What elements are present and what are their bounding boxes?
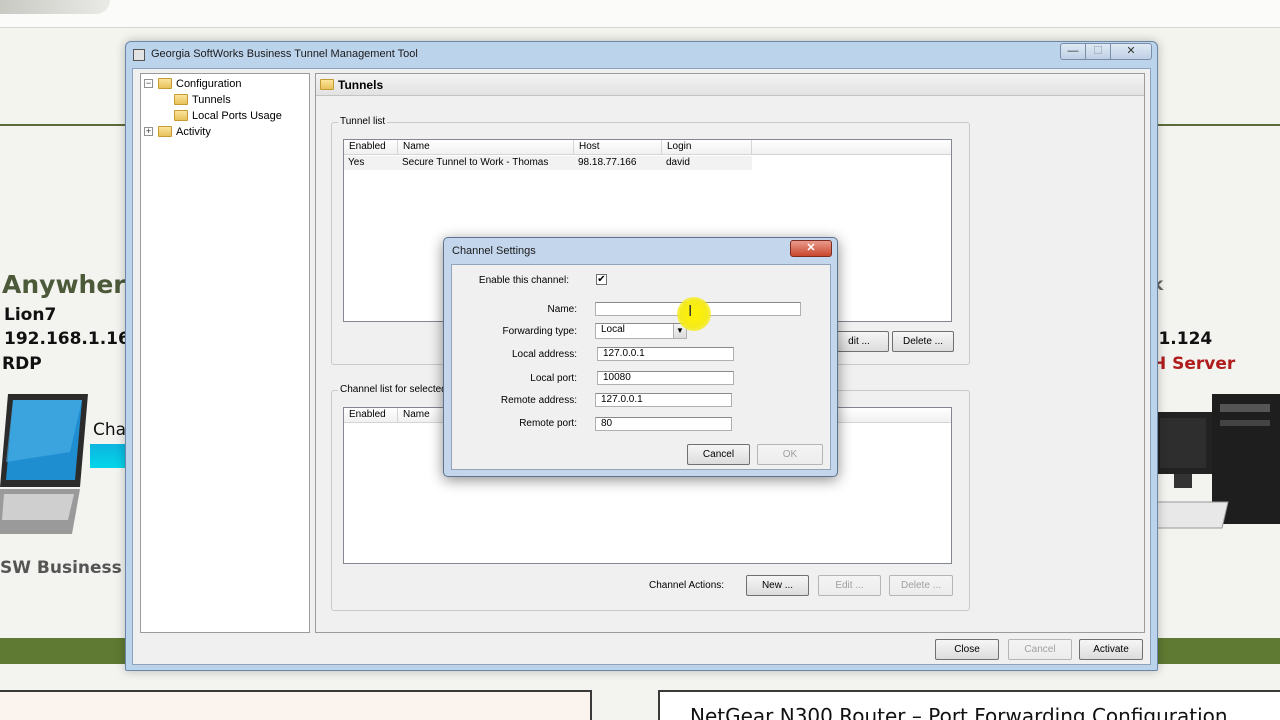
network-cable-graphic <box>90 444 130 468</box>
tunnel-list-label: Tunnel list <box>338 116 388 127</box>
close-button[interactable]: Close <box>935 639 999 660</box>
remote-address-label: Remote address: <box>500 395 577 406</box>
forwarding-type-label: Forwarding type: <box>502 326 577 337</box>
cell-host: 98.18.77.166 <box>578 157 637 168</box>
local-port-field[interactable]: 10080 <box>597 371 734 385</box>
tree-item-label: Configuration <box>176 78 242 90</box>
slide-left-host: Lion7 <box>4 305 57 325</box>
dialog-body: Enable this channel: ✔ Name: Forwarding … <box>451 264 831 470</box>
text-cursor-icon: I <box>688 302 693 320</box>
tree-item-label: Activity <box>176 126 211 138</box>
remote-port-label: Remote port: <box>519 418 577 429</box>
slide-right-ip: .1.124 <box>1152 329 1213 349</box>
tunnel-edit-button[interactable]: dit ... <box>829 331 889 352</box>
navigation-tree: − Configuration Tunnels Local Ports Usag… <box>140 73 310 633</box>
dialog-cancel-button[interactable]: Cancel <box>687 444 750 465</box>
tree-item-configuration[interactable]: − Configuration <box>144 76 304 92</box>
column-header-login[interactable]: Login <box>662 140 752 155</box>
window-title-bar[interactable]: Georgia SoftWorks Business Tunnel Manage… <box>126 42 1157 68</box>
slide-left-heading: Anywhere <box>2 270 143 299</box>
forwarding-type-select[interactable]: Local ▼ <box>595 323 687 339</box>
column-header-name[interactable]: Name <box>398 140 574 155</box>
slide-top-strip <box>0 0 1280 28</box>
table-row[interactable]: Yes Secure Tunnel to Work - Thomas 98.18… <box>344 156 752 170</box>
local-address-field[interactable]: 127.0.0.1 <box>597 347 734 361</box>
folder-icon <box>174 94 188 105</box>
channel-actions-label: Channel Actions: <box>649 580 725 591</box>
slide-bottom-caption: NetGear N300 Router – Port Forwarding Co… <box>690 704 1228 720</box>
slide-left-caption: SW Business T <box>0 558 140 578</box>
dialog-ok-button[interactable]: OK <box>757 444 823 465</box>
forwarding-type-value: Local <box>601 324 625 335</box>
tree-item-activity[interactable]: + Activity <box>144 124 304 140</box>
column-header-host[interactable]: Host <box>574 140 662 155</box>
channel-delete-button[interactable]: Delete ... <box>889 575 953 596</box>
maximize-button[interactable]: ☐ <box>1085 43 1111 60</box>
channel-edit-button[interactable]: Edit ... <box>818 575 881 596</box>
remote-address-field[interactable]: 127.0.0.1 <box>595 393 732 407</box>
name-label: Name: <box>547 304 577 315</box>
slide-left-partial-label: Cha <box>93 420 127 440</box>
laptop-icon <box>0 394 88 534</box>
slide-bottom-left-panel <box>0 690 592 720</box>
dialog-close-button[interactable]: ✕ <box>790 240 832 257</box>
tree-item-label: Tunnels <box>192 94 231 106</box>
slide-left-ip: 192.168.1.161 <box>4 329 142 349</box>
close-window-button[interactable]: ✕ <box>1110 43 1152 60</box>
cursor-highlight <box>677 297 711 331</box>
tunnel-list-header: Enabled Name Host Login <box>344 140 951 155</box>
local-address-label: Local address: <box>511 349 577 360</box>
collapse-icon[interactable]: − <box>144 79 153 88</box>
slide-right-server-label: H Server <box>1152 354 1236 374</box>
cancel-button[interactable]: Cancel <box>1008 639 1072 660</box>
tunnel-delete-button[interactable]: Delete ... <box>892 331 954 352</box>
channel-list-label: Channel list for selected t <box>338 384 455 395</box>
folder-icon <box>158 78 172 89</box>
folder-icon <box>174 110 188 121</box>
expand-icon[interactable]: + <box>144 127 153 136</box>
tree-item-local-ports-usage[interactable]: Local Ports Usage <box>144 108 304 124</box>
window-title: Georgia SoftWorks Business Tunnel Manage… <box>151 48 418 60</box>
panel-header: Tunnels <box>316 74 1144 96</box>
folder-icon <box>158 126 172 137</box>
column-header-enabled[interactable]: Enabled <box>344 140 398 155</box>
desktop-computer-icon <box>1150 394 1280 529</box>
dialog-title: Channel Settings <box>452 245 536 257</box>
enable-channel-checkbox[interactable]: ✔ <box>596 274 607 285</box>
folder-icon <box>320 79 334 90</box>
panel-title: Tunnels <box>338 78 384 92</box>
channel-settings-dialog: Channel Settings ✕ Enable this channel: … <box>443 237 838 477</box>
remote-port-field[interactable]: 80 <box>595 417 732 431</box>
activate-button[interactable]: Activate <box>1079 639 1143 660</box>
channel-new-button[interactable]: New ... <box>746 575 809 596</box>
cell-enabled: Yes <box>348 157 365 168</box>
cell-name: Secure Tunnel to Work - Thomas <box>402 157 549 168</box>
column-header-enabled[interactable]: Enabled <box>344 408 398 423</box>
tree-item-label: Local Ports Usage <box>192 110 282 122</box>
enable-channel-label: Enable this channel: <box>478 275 569 286</box>
minimize-button[interactable]: — <box>1060 43 1086 60</box>
app-icon <box>133 49 145 61</box>
slide-left-protocol: RDP <box>2 354 42 374</box>
slide-swoosh-decoration <box>0 0 110 14</box>
cell-login: david <box>666 157 690 168</box>
local-port-label: Local port: <box>530 373 577 384</box>
tree-item-tunnels[interactable]: Tunnels <box>144 92 304 108</box>
